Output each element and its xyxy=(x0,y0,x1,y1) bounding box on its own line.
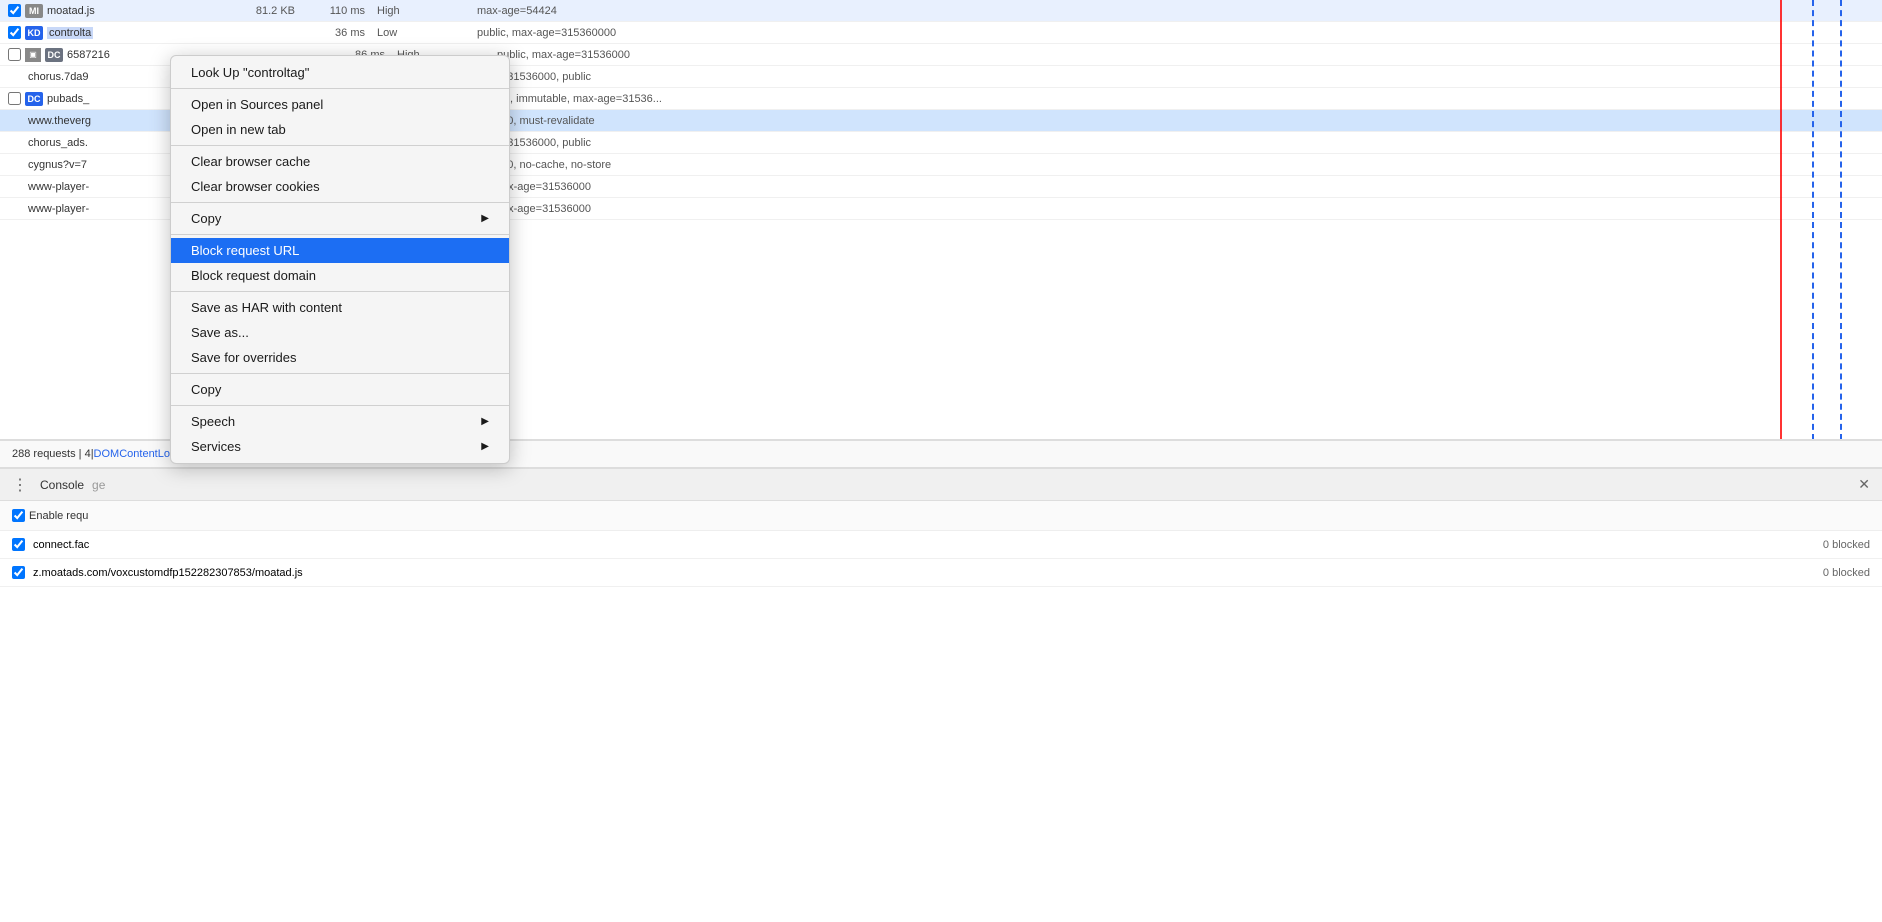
menu-separator xyxy=(171,373,509,374)
timeline-blue-dashed-2 xyxy=(1840,0,1842,440)
menu-item-label: Save as... xyxy=(191,325,489,340)
panel-subtitle: ge xyxy=(92,478,105,492)
row-thumbnail: ▣ xyxy=(25,48,41,62)
panel-dots[interactable]: ⋮ xyxy=(12,475,28,495)
menu-item-services[interactable]: Services ▶ xyxy=(171,434,509,459)
row-checkbox[interactable] xyxy=(8,92,21,105)
menu-item-label: Services xyxy=(191,439,481,454)
row-name: controlta xyxy=(47,27,227,39)
submenu-arrow-icon: ▶ xyxy=(481,416,489,427)
row-time: 36 ms xyxy=(307,27,377,39)
timeline-blue-dashed-1 xyxy=(1812,0,1814,440)
filter-row: Enable requ xyxy=(0,501,1882,531)
menu-item-label: Copy xyxy=(191,211,481,226)
block-item-count: 0 blocked xyxy=(1823,539,1870,551)
menu-item-label: Block request domain xyxy=(191,268,489,283)
menu-separator xyxy=(171,291,509,292)
row-cache: public, max-age=315360000 xyxy=(477,27,1882,39)
row-cache: private, immutable, max-age=31536... xyxy=(477,93,1882,105)
row-checkbox[interactable] xyxy=(8,4,21,17)
row-checkbox[interactable] xyxy=(8,26,21,39)
menu-item-label: Open in Sources panel xyxy=(191,97,489,112)
context-menu: Look Up "controltag" Open in Sources pan… xyxy=(170,55,510,464)
menu-item-open-new-tab[interactable]: Open in new tab xyxy=(171,117,509,142)
menu-item-save-har[interactable]: Save as HAR with content xyxy=(171,295,509,320)
menu-item-copy-1[interactable]: Copy ▶ xyxy=(171,206,509,231)
menu-item-save-overrides[interactable]: Save for overrides xyxy=(171,345,509,370)
menu-separator xyxy=(171,405,509,406)
menu-separator xyxy=(171,234,509,235)
block-list-row[interactable]: z.moatads.com/voxcustomdfp152282307853/m… xyxy=(0,559,1882,587)
menu-separator xyxy=(171,88,509,89)
highlighted-name: controlta xyxy=(47,27,93,39)
bottom-panel: ⋮ Console ge ✕ Enable requ connect.fac 0… xyxy=(0,468,1882,922)
request-count: 288 requests | 4 xyxy=(12,448,91,460)
row-cache: max-age=31536000, public xyxy=(458,71,1882,83)
menu-item-block-domain[interactable]: Block request domain xyxy=(171,263,509,288)
menu-item-clear-cache[interactable]: Clear browser cache xyxy=(171,149,509,174)
block-item-label: z.moatads.com/voxcustomdfp152282307853/m… xyxy=(33,567,303,579)
table-row[interactable]: MI moatad.js 81.2 KB 110 ms High max-age… xyxy=(0,0,1882,22)
row-checkbox[interactable] xyxy=(8,48,21,61)
menu-item-clear-cookies[interactable]: Clear browser cookies xyxy=(171,174,509,199)
menu-item-label: Block request URL xyxy=(191,243,489,258)
badge-dc: DC xyxy=(45,48,63,62)
menu-item-open-sources[interactable]: Open in Sources panel xyxy=(171,92,509,117)
row-priority: Low xyxy=(377,27,477,39)
menu-item-block-url[interactable]: Block request URL xyxy=(171,238,509,263)
submenu-arrow-icon: ▶ xyxy=(481,441,489,452)
row-name: moatad.js xyxy=(47,5,227,17)
block-item-checkbox[interactable] xyxy=(12,566,25,579)
menu-item-label: Clear browser cache xyxy=(191,154,489,169)
row-time: 110 ms xyxy=(307,5,377,17)
block-item-label: connect.fac xyxy=(33,539,89,551)
menu-item-lookup[interactable]: Look Up "controltag" xyxy=(171,60,509,85)
row-cache: public, max-age=31536000 xyxy=(458,203,1882,215)
enable-label: Enable requ xyxy=(29,510,88,522)
timeline-red-line xyxy=(1780,0,1782,440)
menu-item-label: Save for overrides xyxy=(191,350,489,365)
table-row[interactable]: KD controlta 36 ms Low public, max-age=3… xyxy=(0,22,1882,44)
submenu-arrow-icon: ▶ xyxy=(481,213,489,224)
menu-item-save-as[interactable]: Save as... xyxy=(171,320,509,345)
row-cache: max-age=0, must-revalidate xyxy=(458,115,1882,127)
menu-item-label: Save as HAR with content xyxy=(191,300,489,315)
row-cache: public, max-age=31536000 xyxy=(497,49,1882,61)
panel-header: ⋮ Console ge ✕ xyxy=(0,469,1882,501)
panel-tab-label: Console xyxy=(40,478,84,492)
menu-item-label: Copy xyxy=(191,382,489,397)
row-cache: public, max-age=31536000 xyxy=(458,181,1882,193)
menu-item-label: Clear browser cookies xyxy=(191,179,489,194)
enable-checkbox[interactable] xyxy=(12,509,25,522)
menu-separator xyxy=(171,145,509,146)
menu-item-label: Look Up "controltag" xyxy=(191,65,489,80)
badge-mi: MI xyxy=(25,4,43,18)
row-cache: max-age=0, no-cache, no-store xyxy=(458,159,1882,171)
block-item-checkbox[interactable] xyxy=(12,538,25,551)
close-button[interactable]: ✕ xyxy=(1858,476,1870,493)
menu-item-speech[interactable]: Speech ▶ xyxy=(171,409,509,434)
badge-dc2: DC xyxy=(25,92,43,106)
row-cache: max-age=54424 xyxy=(477,5,1882,17)
menu-item-copy-2[interactable]: Copy xyxy=(171,377,509,402)
menu-item-label: Speech xyxy=(191,414,481,429)
block-list-row[interactable]: connect.fac 0 blocked xyxy=(0,531,1882,559)
row-cache: max-age=31536000, public xyxy=(458,137,1882,149)
block-item-count: 0 blocked xyxy=(1823,567,1870,579)
badge-kd: KD xyxy=(25,26,43,40)
row-size: 81.2 KB xyxy=(227,5,307,17)
row-priority: High xyxy=(377,5,477,17)
menu-separator xyxy=(171,202,509,203)
menu-item-label: Open in new tab xyxy=(191,122,489,137)
enable-request-blocking[interactable]: Enable requ xyxy=(12,509,88,522)
